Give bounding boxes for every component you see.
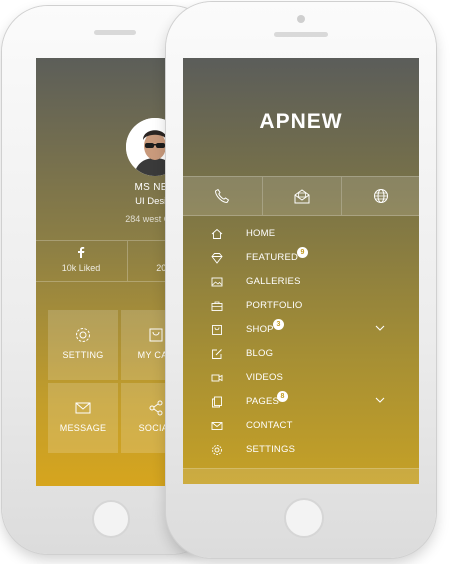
menu-item-portfolio[interactable]: PORTFOLIO xyxy=(183,294,419,318)
tile-setting-label: SETTING xyxy=(62,350,104,360)
app-brand: APNEW xyxy=(259,110,343,133)
briefcase-icon xyxy=(211,301,223,311)
cart-icon xyxy=(149,328,163,342)
globe-icon xyxy=(374,189,388,203)
share-icon xyxy=(149,400,163,416)
drawer-footer xyxy=(183,468,419,484)
envelope-icon xyxy=(211,422,223,430)
menu-item-blog[interactable]: BLOG xyxy=(183,342,419,366)
menu-item-galleries-label: GALLERIES xyxy=(246,276,301,287)
menu-item-videos[interactable]: VIDEOS xyxy=(183,366,419,390)
call-button[interactable] xyxy=(183,177,261,215)
featured-badge: 9 xyxy=(297,247,308,258)
menu-item-portfolio-label: PORTFOLIO xyxy=(246,300,303,311)
shop-badge: 3 xyxy=(273,319,284,330)
mail-button[interactable] xyxy=(262,177,341,215)
home-button xyxy=(284,498,324,538)
stat-likes[interactable]: 10k Liked xyxy=(36,241,126,281)
tile-message[interactable]: MESSAGE xyxy=(48,383,118,453)
drawer-menu: HOME FEATURED 9 GALLERIES PORTFOLIO SHOP… xyxy=(183,222,419,462)
image-icon xyxy=(211,277,223,287)
web-button[interactable] xyxy=(341,177,419,215)
video-icon xyxy=(211,374,223,382)
menu-item-pages-label: PAGES xyxy=(246,396,280,407)
speaker xyxy=(94,30,136,35)
menu-item-contact-label: CONTACT xyxy=(246,420,293,431)
menu-item-contact[interactable]: CONTACT xyxy=(183,414,419,438)
menu-item-blog-label: BLOG xyxy=(246,348,274,359)
gear-icon xyxy=(76,328,90,342)
menu-item-featured[interactable]: FEATURED 9 xyxy=(183,246,419,270)
pages-badge: 8 xyxy=(277,391,288,402)
menu-item-galleries[interactable]: GALLERIES xyxy=(183,270,419,294)
menu-item-home-label: HOME xyxy=(246,228,276,239)
menu-item-shop[interactable]: SHOP 3 xyxy=(183,318,419,342)
facebook-icon xyxy=(36,246,126,260)
chevron-down-icon[interactable] xyxy=(375,397,385,404)
mail-open-icon xyxy=(294,189,310,204)
shopping-bag-icon xyxy=(212,325,222,335)
menu-item-pages[interactable]: PAGES 8 xyxy=(183,390,419,414)
home-button xyxy=(92,500,130,538)
stat-likes-label: 10k Liked xyxy=(61,263,101,273)
menu-item-settings[interactable]: SETTINGS xyxy=(183,438,419,462)
home-icon xyxy=(211,228,223,239)
quick-actions xyxy=(183,176,419,216)
tile-message-label: MESSAGE xyxy=(59,423,107,433)
phone-icon xyxy=(214,188,230,204)
menu-item-videos-label: VIDEOS xyxy=(246,372,284,383)
menu-item-settings-label: SETTINGS xyxy=(246,444,296,455)
speaker xyxy=(274,32,328,37)
diamond-icon xyxy=(211,253,223,264)
menu-item-featured-label: FEATURED xyxy=(246,252,299,263)
menu-item-home[interactable]: HOME xyxy=(183,222,419,246)
mail-icon xyxy=(75,402,91,414)
chevron-down-icon[interactable] xyxy=(375,325,385,332)
gear-icon xyxy=(212,445,222,455)
pages-icon xyxy=(212,396,222,408)
front-phone-frame: APNEW HOME FEATURED 9 GALLERIES PORTFOLI… xyxy=(166,2,436,558)
front-camera xyxy=(297,15,305,23)
drawer-screen: APNEW HOME FEATURED 9 GALLERIES PORTFOLI… xyxy=(183,58,419,484)
edit-icon xyxy=(212,349,222,359)
tile-setting[interactable]: SETTING xyxy=(48,310,118,380)
menu-item-shop-label: SHOP xyxy=(246,324,274,335)
